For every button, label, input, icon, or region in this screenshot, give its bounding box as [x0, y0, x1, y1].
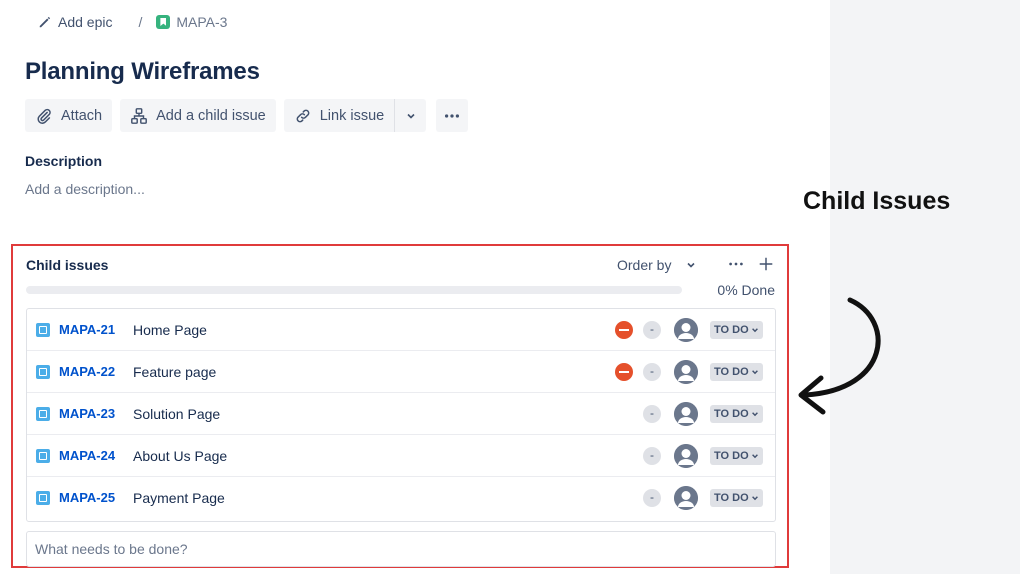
status-dropdown[interactable]: TO DO — [710, 489, 763, 507]
avatar[interactable] — [674, 318, 698, 342]
child-issue-row[interactable]: MAPA-25 Payment Page - TO DO — [27, 477, 775, 519]
chevron-down-icon — [751, 496, 758, 501]
chevron-down-icon — [751, 370, 758, 375]
attach-button[interactable]: Attach — [25, 99, 113, 132]
chevron-down-icon — [687, 262, 696, 268]
link-issue-button[interactable]: Link issue — [283, 99, 395, 132]
chevron-down-icon — [751, 454, 758, 459]
pencil-icon — [39, 16, 51, 28]
avatar-icon — [674, 486, 698, 510]
more-icon — [729, 262, 743, 266]
child-issue-key[interactable]: MAPA-22 — [59, 364, 115, 379]
epic-icon — [156, 15, 171, 29]
issue-toolbar: Attach Add a child issue Link issue — [25, 99, 469, 132]
subtask-icon — [36, 323, 50, 337]
avatar[interactable] — [674, 444, 698, 468]
child-issue-summary[interactable]: About Us Page — [133, 448, 227, 464]
chevron-down-icon — [751, 412, 758, 417]
status-dropdown[interactable]: TO DO — [710, 321, 763, 339]
chevron-down-icon — [407, 113, 415, 119]
avatar[interactable] — [674, 486, 698, 510]
subtask-icon — [36, 449, 50, 463]
hierarchy-icon — [131, 107, 148, 124]
plus-icon — [759, 257, 773, 271]
subtask-icon — [36, 491, 50, 505]
description-field[interactable]: Add a description... — [25, 181, 145, 197]
add-child-issue-button[interactable]: Add a child issue — [120, 99, 276, 132]
link-icon — [296, 109, 310, 122]
priority-icon[interactable] — [615, 363, 633, 381]
breadcrumb-separator: / — [138, 14, 143, 30]
child-issue-row[interactable]: MAPA-23 Solution Page - TO DO — [27, 393, 775, 435]
child-issue-row[interactable]: MAPA-22 Feature page - TO DO — [27, 351, 775, 393]
link-issue-label: Link issue — [319, 107, 385, 124]
child-issues-panel: Child issues Order by 0% Done MAPA-21 Hom… — [11, 244, 789, 568]
avatar-icon — [674, 402, 698, 426]
child-issue-row[interactable]: MAPA-21 Home Page - TO DO — [27, 309, 775, 351]
status-label: TO DO — [714, 366, 749, 378]
child-issue-row[interactable]: MAPA-24 About Us Page - TO DO — [27, 435, 775, 477]
description-label: Description — [25, 153, 103, 169]
estimate-badge[interactable]: - — [643, 363, 661, 381]
paperclip-icon — [37, 108, 51, 124]
avatar[interactable] — [674, 360, 698, 384]
child-issue-summary[interactable]: Feature page — [133, 364, 216, 380]
status-dropdown[interactable]: TO DO — [710, 363, 763, 381]
progress-label: 0% Done — [717, 282, 775, 298]
child-issue-list: MAPA-21 Home Page - TO DO MAPA-22 Feature pag… — [26, 308, 776, 522]
child-issue-key[interactable]: MAPA-25 — [59, 490, 115, 505]
attach-label: Attach — [61, 107, 103, 124]
avatar-icon — [674, 318, 698, 342]
order-by-dropdown[interactable]: Order by — [617, 257, 697, 273]
breadcrumb-issue-key: MAPA-3 — [176, 14, 228, 30]
child-issue-summary[interactable]: Solution Page — [133, 406, 220, 422]
progress-bar — [26, 286, 682, 294]
status-label: TO DO — [714, 408, 749, 420]
add-epic-link[interactable]: Add epic — [38, 14, 112, 30]
chevron-down-icon — [751, 328, 758, 333]
status-dropdown[interactable]: TO DO — [710, 447, 763, 465]
more-icon — [445, 113, 460, 118]
subtask-icon — [36, 365, 50, 379]
child-issue-key[interactable]: MAPA-24 — [59, 448, 115, 463]
annotation-label: Child Issues — [803, 187, 951, 215]
estimate-badge[interactable]: - — [643, 489, 661, 507]
child-issues-more-button[interactable] — [727, 255, 745, 278]
status-dropdown[interactable]: TO DO — [710, 405, 763, 423]
status-label: TO DO — [714, 492, 749, 504]
estimate-badge[interactable]: - — [643, 405, 661, 423]
child-issues-title: Child issues — [26, 257, 109, 273]
estimate-badge[interactable]: - — [643, 321, 661, 339]
issue-title[interactable]: Planning Wireframes — [25, 58, 260, 86]
subtask-icon — [36, 407, 50, 421]
status-label: TO DO — [714, 450, 749, 462]
estimate-badge[interactable]: - — [643, 447, 661, 465]
link-issue-dropdown-button[interactable] — [394, 99, 427, 132]
link-issue-group: Link issue — [283, 99, 427, 132]
background-panel — [830, 0, 1020, 574]
add-child-issue-label: Add a child issue — [156, 107, 266, 124]
new-child-issue-input[interactable] — [26, 531, 776, 567]
avatar[interactable] — [674, 402, 698, 426]
status-label: TO DO — [714, 324, 749, 336]
add-child-issue-plus-button[interactable] — [757, 250, 775, 279]
child-issue-summary[interactable]: Home Page — [133, 322, 207, 338]
priority-icon[interactable] — [615, 321, 633, 339]
add-epic-label: Add epic — [58, 14, 113, 30]
more-actions-button[interactable] — [436, 99, 469, 132]
child-issue-key[interactable]: MAPA-23 — [59, 406, 115, 421]
arrow-icon — [798, 297, 881, 415]
breadcrumb-issue-link[interactable]: MAPA-3 — [156, 14, 227, 30]
child-issue-summary[interactable]: Payment Page — [133, 490, 225, 506]
child-issue-key[interactable]: MAPA-21 — [59, 322, 115, 337]
avatar-icon — [674, 444, 698, 468]
avatar-icon — [674, 360, 698, 384]
order-by-label: Order by — [617, 257, 672, 273]
breadcrumb: Add epic / MAPA-3 — [38, 12, 227, 32]
